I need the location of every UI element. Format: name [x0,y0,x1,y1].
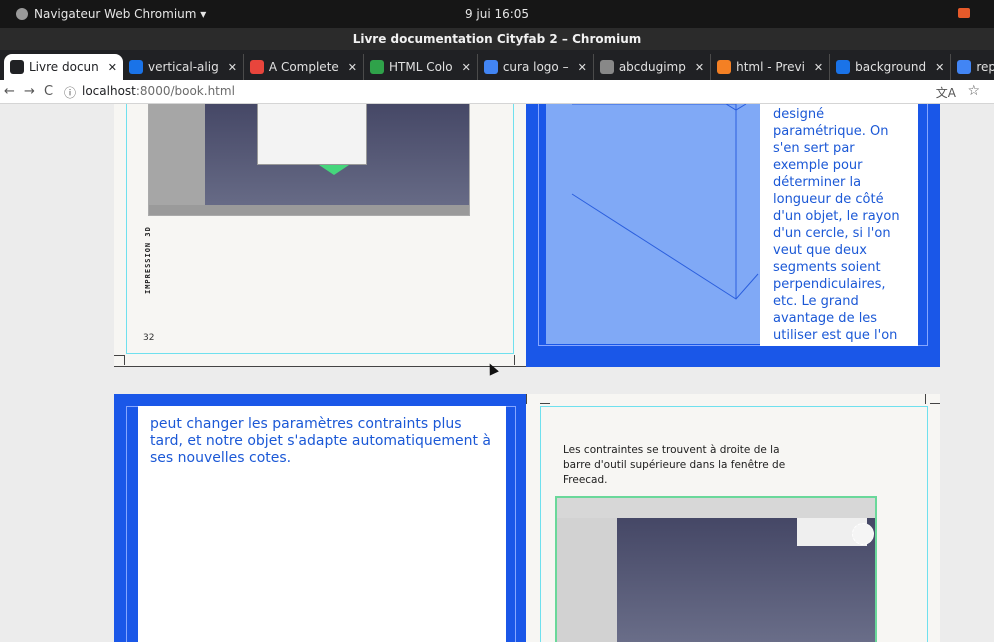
close-tab-icon[interactable]: ✕ [348,61,357,74]
back-icon[interactable]: ← [4,84,15,99]
crop-mark [124,355,125,365]
stackoverflow-icon [836,60,850,74]
crop-mark [925,394,926,404]
section-side-label: IMPRESSION 3D [144,226,152,294]
crop-mark [540,403,550,404]
gimp-icon [600,60,614,74]
tab-label: Livre docun [29,60,99,74]
tab-label: background [855,60,926,74]
freecad-toolbar-screenshot-image [555,496,877,642]
tab-label: repetier ho [976,60,994,74]
page-icon [10,60,24,74]
translate-icon[interactable]: 文A [936,84,956,101]
tab-6[interactable]: html - Previ ✕ [711,54,830,80]
address-bar: ← → C ⓘ localhost:8000/book.html 文A ☆ [0,80,994,104]
system-top-bar: Navigateur Web Chromium ▾ 9 jui 16:05 [0,0,994,28]
body-text: designé paramétrique. On s'en sert par e… [773,106,910,344]
screen-record-icon[interactable] [958,8,970,18]
forward-icon[interactable]: → [24,84,35,99]
close-tab-icon[interactable]: ✕ [935,61,944,74]
screenshot-sidebar [557,518,617,642]
tab-label: abcdugimp [619,60,686,74]
page-viewport[interactable]: IMPRESSION 3D 32 designé paramétrique. O… [0,104,994,642]
tab-2[interactable]: A Complete ✕ [244,54,364,80]
tab-7[interactable]: background ✕ [830,54,951,80]
body-text: peut changer les paramètres contraints p… [150,416,494,467]
html-icon [370,60,384,74]
tab-0[interactable]: Livre docun ✕ [4,54,123,80]
google-icon [484,60,498,74]
tab-3[interactable]: HTML Colo ✕ [364,54,478,80]
url-host: localhost [82,84,136,98]
book-page-left-bottom: peut changer les paramètres contraints p… [114,394,526,642]
isometric-diagram [546,104,760,344]
screenshot-sidebar [149,104,205,216]
freecad-screenshot-image [148,104,470,216]
book-page-right-bottom: Les contraintes se trouvent à droite de … [526,394,940,642]
tab-8[interactable]: repetier ho✕ [951,54,994,80]
screenshot-green-shape [319,165,349,175]
tab-label: HTML Colo [389,60,453,74]
screenshot-navigation-cube [852,523,874,545]
diagram-line [572,104,736,274]
tab-4[interactable]: cura logo – ✕ [478,54,594,80]
stackoverflow-icon [129,60,143,74]
google-icon [957,60,971,74]
image-caption: Les contraintes se trouvent à droite de … [563,443,803,488]
tab-1[interactable]: vertical-alig ✕ [123,54,244,80]
close-tab-icon[interactable]: ✕ [814,61,823,74]
diagram-panel [546,104,760,344]
crop-mark [930,403,940,404]
close-tab-icon[interactable]: ✕ [228,61,237,74]
text-column: designé paramétrique. On s'en sert par e… [760,104,918,346]
site-info-icon[interactable]: ⓘ [64,84,76,101]
crop-mark [526,394,527,404]
tab-label: vertical-alig [148,60,219,74]
close-tab-icon[interactable]: ✕ [695,61,704,74]
clock[interactable]: 9 jui 16:05 [0,7,994,21]
csstricks-icon [250,60,264,74]
crop-mark [514,355,515,365]
tab-strip: Livre docun✕vertical-alig✕A Complete✕HTM… [0,50,994,80]
text-column: peut changer les paramètres contraints p… [138,406,506,642]
window-title: Livre documentation Cityfab 2 – Chromium [0,28,994,50]
reload-icon[interactable]: C [44,84,53,99]
page-number: 32 [143,333,154,343]
tab-label: html - Previ [736,60,805,74]
screenshot-dialog [257,104,367,165]
url-path: :8000/book.html [136,84,235,98]
book-page-left-top: IMPRESSION 3D 32 [114,104,526,367]
tab-label: cura logo – [503,60,569,74]
tab-5[interactable]: abcdugimp ✕ [594,54,711,80]
close-tab-icon[interactable]: ✕ [108,61,117,74]
crop-mark [114,355,124,356]
bookmark-star-icon[interactable]: ☆ [967,83,980,99]
tab-label: A Complete [269,60,339,74]
diagram-line [572,194,758,299]
url-field[interactable]: localhost:8000/book.html [82,84,235,98]
close-tab-icon[interactable]: ✕ [578,61,587,74]
screenshot-statusbar [149,205,470,216]
screenshot-toolbar [557,498,877,518]
close-tab-icon[interactable]: ✕ [462,61,471,74]
page-edge-line [114,366,526,367]
stackoverflow-icon [717,60,731,74]
book-page-right-top: designé paramétrique. On s'en sert par e… [526,104,940,367]
